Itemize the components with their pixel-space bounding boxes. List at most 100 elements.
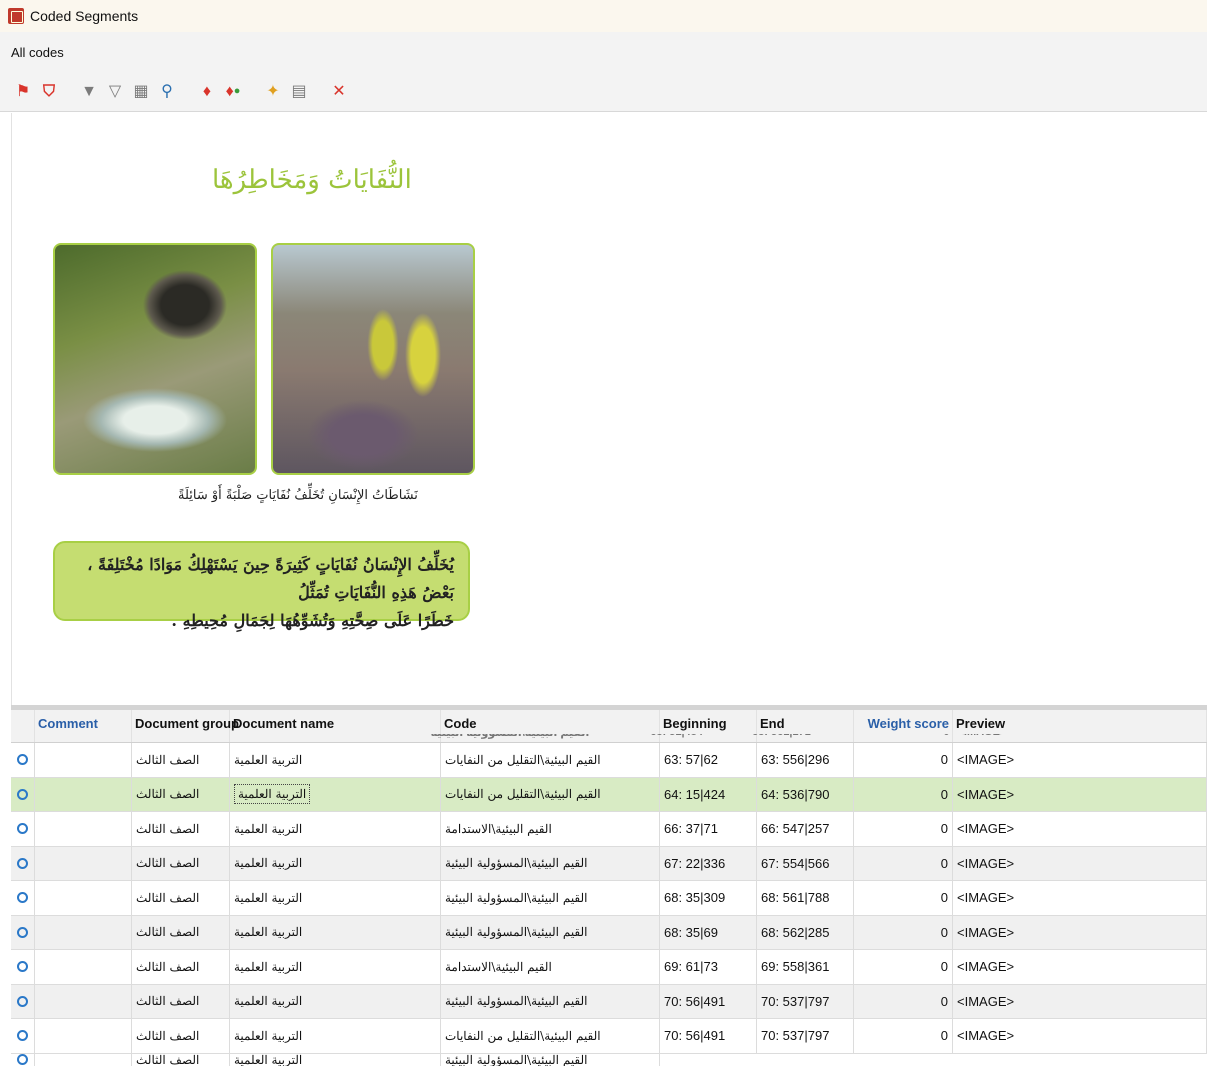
status-cell (11, 812, 35, 846)
status-circle-icon[interactable] (17, 892, 28, 904)
document-group-cell: الصف الثالث (132, 777, 230, 811)
status-circle-icon[interactable] (17, 995, 28, 1007)
beginning-cell: 68: 35|69 (660, 915, 757, 949)
table-row[interactable]: الصف الثالث التربية العلمية القيم البيئية\… (11, 1019, 1207, 1054)
preview-cell: <IMAGE> (953, 812, 1207, 846)
partial-table-row[interactable]: الصف الثالث التربية العلمية القيم البيئي… (11, 1053, 1207, 1066)
document-name-cell: التربية العلمية (230, 1019, 441, 1053)
end-cell: 68: 562|285 (757, 915, 854, 949)
weight-score-cell: 0 (854, 846, 953, 880)
weight-score-cell: 0 (854, 881, 953, 915)
document-group-cell: الصف الثالث (132, 881, 230, 915)
table-row[interactable]: الصف الثالث التربية العلمية القيم البيئية\… (11, 846, 1207, 881)
comment-cell (35, 1019, 132, 1053)
status-cell (11, 743, 35, 777)
end-cell: 64: 536|790 (757, 777, 854, 811)
ghost-preview: <IMAGE> (953, 734, 1207, 742)
document-name-cell: التربية العلمية (230, 950, 441, 984)
sewage-pipe-image (53, 243, 257, 475)
weight-score-cell: 0 (854, 812, 953, 846)
ghost-weight: 0 (850, 734, 954, 742)
status-circle-icon[interactable] (17, 1053, 28, 1065)
info-box-line-1: يُخَلِّفُ الإِنْسَانُ نُفَايَاتٍ كَثِيرَ… (87, 555, 454, 602)
table-row[interactable]: الصف الثالث التربية العلمية القيم البيئية\… (11, 743, 1207, 778)
status-circle-icon[interactable] (17, 857, 28, 869)
end-cell: 66: 547|257 (757, 812, 854, 846)
preview-cell: <IMAGE> (953, 984, 1207, 1018)
document-name-cell: التربية العلمية (230, 915, 441, 949)
comment-cell (35, 881, 132, 915)
table-row[interactable]: الصف الثالث التربية العلمية القيم البيئية\… (11, 881, 1207, 916)
end-cell: 63: 556|296 (757, 743, 854, 777)
search-icon[interactable]: ⚲ (156, 81, 178, 103)
weight-score-cell: 0 (854, 984, 953, 1018)
code-cell: القيم البيئية\التقليل من النفايات (441, 777, 660, 811)
highlight-icon[interactable]: ✦ (262, 81, 284, 103)
document-name-cell: التربية العلمية (230, 777, 441, 811)
status-circle-icon[interactable] (17, 926, 28, 938)
preview-cell: <IMAGE> (953, 777, 1207, 811)
code-cell: القيم البيئية\الاستدامة (441, 812, 660, 846)
table-header: Comment Document group Document name Cod… (11, 710, 1207, 743)
filter-icon[interactable]: ⛉ (38, 81, 60, 103)
funnel-clear-icon[interactable]: ▽ (104, 81, 126, 103)
weight-score-cell: 0 (854, 1019, 953, 1053)
table-row[interactable]: الصف الثالث التربية العلمية القيم البيئية\… (11, 950, 1207, 985)
status-circle-icon[interactable] (17, 823, 28, 835)
all-codes-menu[interactable]: All codes (11, 45, 64, 60)
funnel-icon[interactable]: ▼ (78, 81, 100, 103)
table-row[interactable]: الصف الثالث التربية العلمية القيم البيئية\… (11, 915, 1207, 950)
document-group-cell: الصف الثالث (132, 950, 230, 984)
table-body: الصف الثالث التربية العلمية القيم البيئية\… (11, 743, 1207, 1054)
preview-cell: <IMAGE> (953, 881, 1207, 915)
code-icon[interactable]: ♦ (196, 81, 218, 103)
document-group-cell: الصف الثالث (132, 743, 230, 777)
document-name-cell: التربية العلمية (230, 743, 441, 777)
preview-cell: <IMAGE> (953, 1019, 1207, 1053)
ghost-code: القيم البيئية\المسؤولية البيئية (427, 734, 647, 742)
preview-title: النُّفَايَاتُ وَمَخَاطِرُهَا (212, 165, 412, 195)
title-bar: Coded Segments (0, 0, 1207, 32)
partial-code: القيم البيئية\المسؤولية البيئية (441, 1053, 660, 1066)
code-add-icon[interactable]: ♦ ● (222, 81, 244, 103)
weight-score-cell: 0 (854, 743, 953, 777)
document-group-cell: الصف الثالث (132, 1019, 230, 1053)
status-circle-icon[interactable] (17, 788, 28, 800)
partial-doc: التربية العلمية (230, 1053, 441, 1066)
code-cell: القيم البيئية\التقليل من النفايات (441, 743, 660, 777)
status-circle-icon[interactable] (17, 1030, 28, 1042)
code-cell: القيم البيئية\المسؤولية البيئية (441, 984, 660, 1018)
comment-cell (35, 950, 132, 984)
info-box: يُخَلِّفُ الإِنْسَانُ نُفَايَاتٍ كَثِيرَ… (53, 541, 470, 630)
info-box-line-2: خَطَرًا عَلَى صِحَّتِهِ وَتُشَوِّهُهَا ل… (171, 611, 454, 630)
document-name-cell: التربية العلمية (230, 846, 441, 880)
ghost-end: 63: 561|171 (748, 734, 850, 742)
comment-cell (35, 777, 132, 811)
table-row[interactable]: الصف الثالث التربية العلمية القيم البيئية\… (11, 777, 1207, 812)
close-icon[interactable]: ✕ (328, 81, 350, 103)
code-cell: القيم البيئية\المسؤولية البيئية (441, 915, 660, 949)
activate-doc-icon[interactable]: ⚑ (12, 81, 34, 103)
table-row[interactable]: الصف الثالث التربية العلمية القيم البيئية\… (11, 984, 1207, 1019)
table-icon[interactable]: ▦ (130, 81, 152, 103)
status-cell (11, 984, 35, 1018)
status-circle-icon[interactable] (17, 961, 28, 973)
app-icon (8, 8, 24, 24)
document-group-cell: الصف الثالث (132, 984, 230, 1018)
comment-cell (35, 743, 132, 777)
waste-cleanup-image (271, 243, 475, 475)
toolbar: ⚑ ⛉ ▼ ▽ ▦ ⚲ ♦ ♦ ● ✦ ▤ ✕ (0, 72, 1207, 112)
comment-cell (35, 984, 132, 1018)
status-circle-icon[interactable] (17, 754, 28, 766)
beginning-cell: 63: 57|62 (660, 743, 757, 777)
beginning-cell: 69: 61|73 (660, 950, 757, 984)
weight-score-cell: 0 (854, 915, 953, 949)
preview-cell: <IMAGE> (953, 743, 1207, 777)
beginning-cell: 67: 22|336 (660, 846, 757, 880)
document-name-cell: التربية العلمية (230, 881, 441, 915)
document-icon[interactable]: ▤ (288, 81, 310, 103)
comment-cell (35, 846, 132, 880)
table-row[interactable]: الصف الثالث التربية العلمية القيم البيئية\… (11, 812, 1207, 847)
end-cell: 67: 554|566 (757, 846, 854, 880)
beginning-cell: 70: 56|491 (660, 1019, 757, 1053)
